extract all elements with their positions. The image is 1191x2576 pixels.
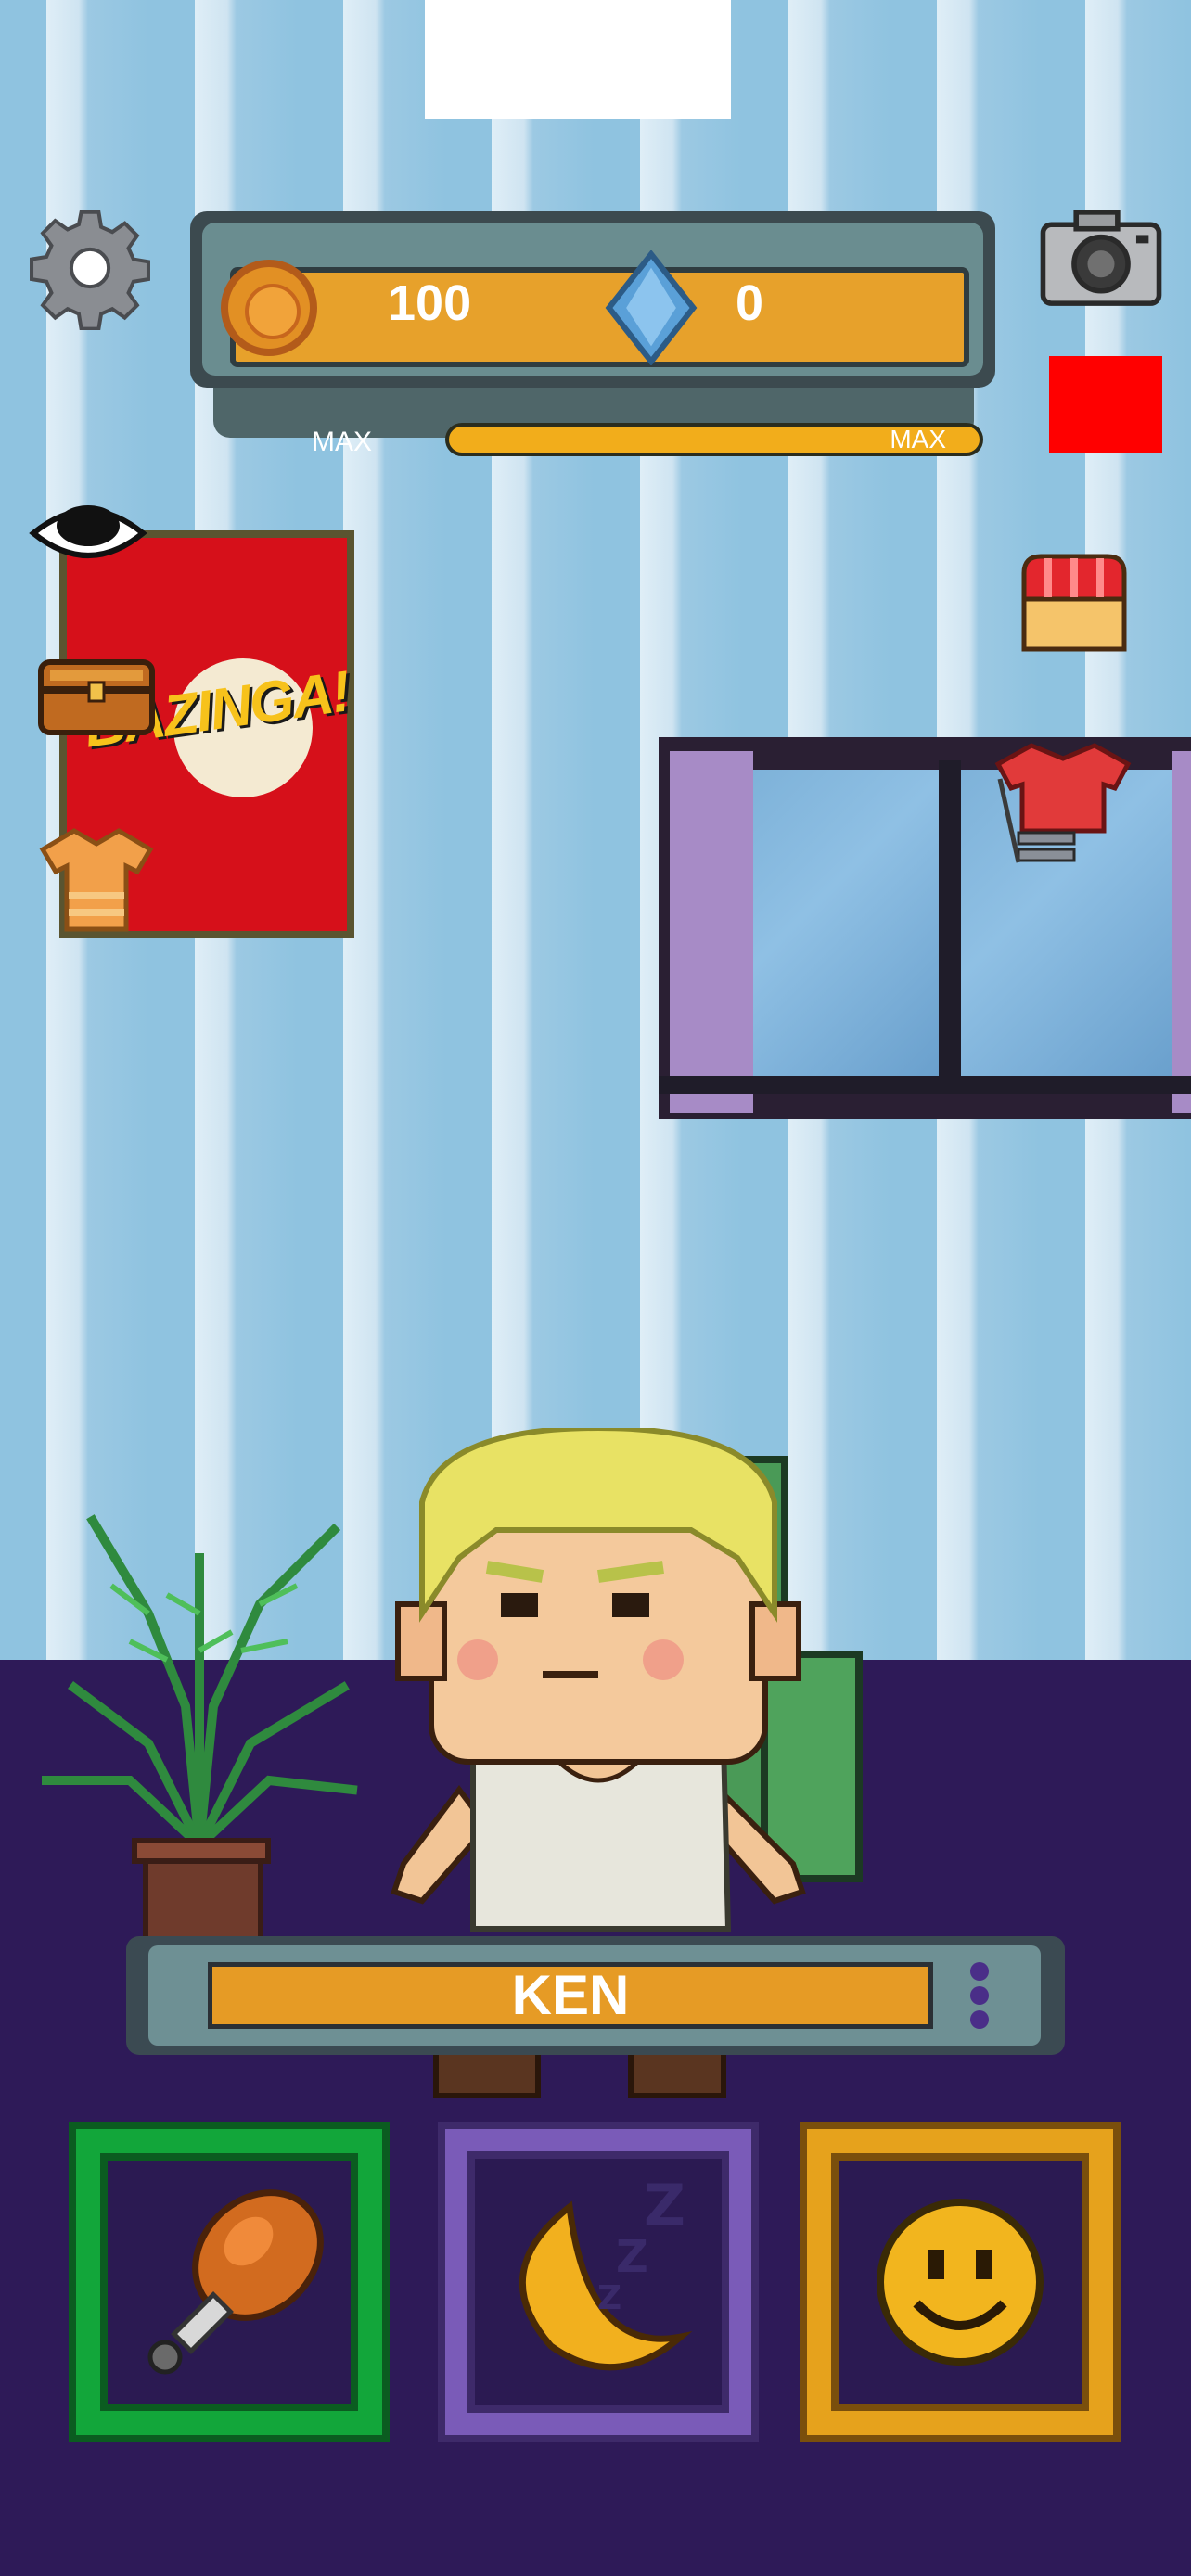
svg-text:Z: Z [597, 2279, 621, 2317]
gear-icon [30, 210, 150, 330]
potted-plant-leaves [42, 1514, 358, 1853]
level-progress-bar: MAX [445, 423, 983, 456]
clothes-button[interactable] [991, 742, 1139, 875]
camera-button[interactable] [1039, 206, 1163, 310]
play-button[interactable] [807, 2129, 1113, 2435]
treasure-chest-icon [38, 659, 155, 735]
red-debug-square [1049, 356, 1162, 453]
gem-icon [605, 250, 698, 365]
svg-text:Z: Z [616, 2231, 648, 2283]
pet-name: KEN [511, 1964, 630, 2026]
sleep-button[interactable]: Z Z Z [445, 2129, 751, 2435]
camera-icon [1040, 210, 1162, 306]
currency-bar [230, 267, 969, 367]
coin-count: 100 [388, 275, 472, 331]
eye-icon [29, 505, 147, 558]
window-frame-right [1172, 751, 1191, 1113]
window-glass-left [753, 770, 939, 1076]
plant-pot-rim [132, 1838, 271, 1864]
shop-icon [1021, 554, 1127, 652]
moon-zzz-icon: Z Z Z [519, 2172, 693, 2371]
coin-icon [221, 260, 317, 356]
wardrobe-button[interactable] [37, 825, 156, 935]
gem-count: 0 [736, 275, 764, 331]
feed-button[interactable] [76, 2129, 382, 2435]
shop-button[interactable] [1017, 551, 1132, 655]
clothes-rack-icon [994, 743, 1132, 863]
level-label: MAX [312, 427, 373, 457]
visibility-button[interactable] [28, 496, 148, 570]
window-mullion [939, 760, 961, 1085]
svg-text:Z: Z [644, 2172, 685, 2239]
window-frame-left [670, 751, 753, 1113]
drumstick-icon [147, 2189, 324, 2375]
level-progress-label: MAX [890, 425, 946, 453]
inventory-button[interactable] [37, 658, 156, 736]
window-sill [659, 1076, 1191, 1094]
pet-name-menu-icon[interactable] [970, 1962, 992, 2036]
shirt-icon [39, 828, 154, 932]
game-scene: 100 0 MAX MAX BAZINGA! KEN Z Z Z [0, 0, 1191, 2576]
smiley-icon [877, 2199, 1044, 2366]
settings-button[interactable] [28, 206, 152, 330]
top-placeholder-box [425, 0, 731, 119]
